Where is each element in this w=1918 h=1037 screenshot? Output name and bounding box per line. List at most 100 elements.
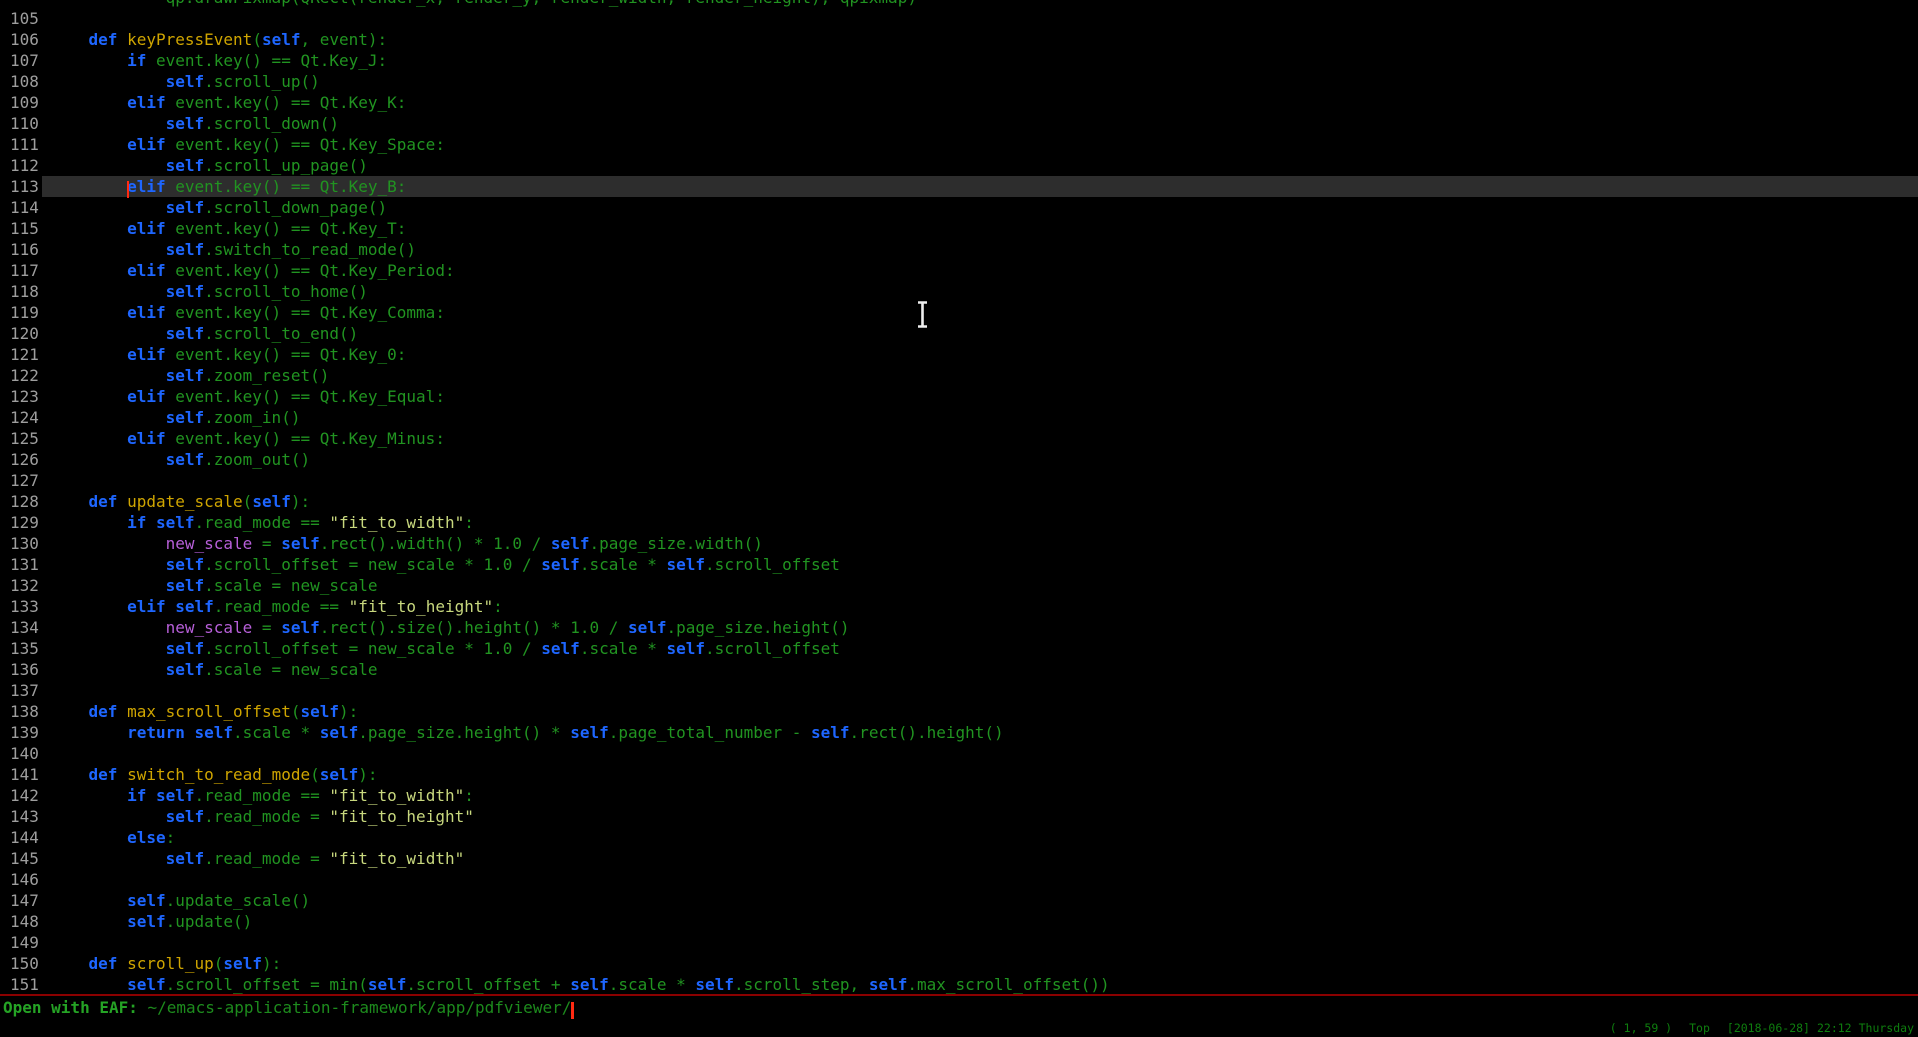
code-line[interactable]: 137 <box>0 680 1918 701</box>
line-number: 124 <box>10 407 39 428</box>
code-line[interactable]: 113 elif event.key() == Qt.Key_B: <box>0 176 1918 197</box>
code-line[interactable]: 141 def switch_to_read_mode(self): <box>0 764 1918 785</box>
code-line[interactable]: 106 def keyPressEvent(self, event): <box>0 29 1918 50</box>
code-text: self.scroll_down() <box>50 113 339 134</box>
tray-date: [2018-06-28] <box>1727 1021 1810 1035</box>
code-text: self.scroll_to_home() <box>50 281 368 302</box>
line-number: 139 <box>10 722 39 743</box>
tray-cursor-position: ( 1, 59 ) <box>1610 1021 1672 1035</box>
code-text: self.read_mode = "fit_to_width" <box>50 848 464 869</box>
code-text: elif event.key() == Qt.Key_Period: <box>50 260 455 281</box>
code-text: self.scale = new_scale <box>50 659 378 680</box>
code-line[interactable]: 117 elif event.key() == Qt.Key_Period: <box>0 260 1918 281</box>
line-number: 107 <box>10 50 39 71</box>
code-line[interactable]: 133 elif self.read_mode == "fit_to_heigh… <box>0 596 1918 617</box>
tray-time: 22:12 <box>1817 1021 1852 1035</box>
code-line-partial[interactable]: qp.drawPixmap(QRect(render_x, render_y, … <box>0 0 1918 8</box>
code-line[interactable]: 128 def update_scale(self): <box>0 491 1918 512</box>
code-text: if self.read_mode == "fit_to_width": <box>50 785 474 806</box>
code-text: if self.read_mode == "fit_to_width": <box>50 512 474 533</box>
code-line[interactable]: 116 self.switch_to_read_mode() <box>0 239 1918 260</box>
code-line[interactable]: 114 self.scroll_down_page() <box>0 197 1918 218</box>
line-number: 127 <box>10 470 39 491</box>
code-line[interactable]: 151 self.scroll_offset = min(self.scroll… <box>0 974 1918 995</box>
code-line[interactable]: 145 self.read_mode = "fit_to_width" <box>0 848 1918 869</box>
code-line[interactable]: 109 elif event.key() == Qt.Key_K: <box>0 92 1918 113</box>
code-line[interactable]: 124 self.zoom_in() <box>0 407 1918 428</box>
code-line[interactable]: 136 self.scale = new_scale <box>0 659 1918 680</box>
line-number: 144 <box>10 827 39 848</box>
line-number: 132 <box>10 575 39 596</box>
code-line[interactable]: 107 if event.key() == Qt.Key_J: <box>0 50 1918 71</box>
line-number: 147 <box>10 890 39 911</box>
code-line[interactable]: 129 if self.read_mode == "fit_to_width": <box>0 512 1918 533</box>
code-line[interactable]: 120 self.scroll_to_end() <box>0 323 1918 344</box>
line-number: 141 <box>10 764 39 785</box>
line-number: 119 <box>10 302 39 323</box>
code-line[interactable]: 112 self.scroll_up_page() <box>0 155 1918 176</box>
line-number: 140 <box>10 743 39 764</box>
code-line[interactable]: 108 self.scroll_up() <box>0 71 1918 92</box>
code-line[interactable]: 123 elif event.key() == Qt.Key_Equal: <box>0 386 1918 407</box>
line-number: 146 <box>10 869 39 890</box>
line-number: 145 <box>10 848 39 869</box>
tray-buffer-state: Top <box>1689 1021 1710 1035</box>
line-number: 128 <box>10 491 39 512</box>
code-line[interactable]: 105 <box>0 8 1918 29</box>
code-text: self.scroll_to_end() <box>50 323 358 344</box>
code-text: qp.drawPixmap(QRect(render_x, render_y, … <box>50 0 917 8</box>
line-number: 118 <box>10 281 39 302</box>
code-line[interactable]: 142 if self.read_mode == "fit_to_width": <box>0 785 1918 806</box>
code-line[interactable]: 126 self.zoom_out() <box>0 449 1918 470</box>
code-line[interactable]: 146 <box>0 869 1918 890</box>
code-line[interactable]: 122 self.zoom_reset() <box>0 365 1918 386</box>
code-text: elif event.key() == Qt.Key_T: <box>50 218 406 239</box>
code-line[interactable]: 121 elif event.key() == Qt.Key_0: <box>0 344 1918 365</box>
code-line[interactable]: 132 self.scale = new_scale <box>0 575 1918 596</box>
code-text: self.switch_to_read_mode() <box>50 239 416 260</box>
code-line[interactable]: 149 <box>0 932 1918 953</box>
code-text: self.scroll_offset = new_scale * 1.0 / s… <box>50 638 840 659</box>
code-line[interactable]: 130 new_scale = self.rect().width() * 1.… <box>0 533 1918 554</box>
code-line[interactable]: 140 <box>0 743 1918 764</box>
code-line[interactable]: 115 elif event.key() == Qt.Key_T: <box>0 218 1918 239</box>
code-text: self.zoom_reset() <box>50 365 329 386</box>
line-number: 148 <box>10 911 39 932</box>
code-text: else: <box>50 827 175 848</box>
code-line[interactable]: 119 elif event.key() == Qt.Key_Comma: <box>0 302 1918 323</box>
minibuffer[interactable]: Open with EAF: ~/emacs-application-frame… <box>3 997 574 1018</box>
code-line[interactable]: 118 self.scroll_to_home() <box>0 281 1918 302</box>
code-line[interactable]: 134 new_scale = self.rect().size().heigh… <box>0 617 1918 638</box>
code-text: return self.scale * self.page_size.heigh… <box>50 722 1004 743</box>
code-line[interactable]: 110 self.scroll_down() <box>0 113 1918 134</box>
line-number: 120 <box>10 323 39 344</box>
line-number: 131 <box>10 554 39 575</box>
line-number: 134 <box>10 617 39 638</box>
line-number: 111 <box>10 134 39 155</box>
code-line[interactable]: 135 self.scroll_offset = new_scale * 1.0… <box>0 638 1918 659</box>
code-line[interactable]: 147 self.update_scale() <box>0 890 1918 911</box>
minibuffer-cursor <box>571 1002 574 1019</box>
code-line[interactable]: 127 <box>0 470 1918 491</box>
code-buffer[interactable]: qp.drawPixmap(QRect(render_x, render_y, … <box>0 0 1918 995</box>
line-number: 113 <box>10 176 39 197</box>
line-number: 150 <box>10 953 39 974</box>
code-line[interactable]: 139 return self.scale * self.page_size.h… <box>0 722 1918 743</box>
code-text: new_scale = self.rect().width() * 1.0 / … <box>50 533 763 554</box>
code-line[interactable]: 144 else: <box>0 827 1918 848</box>
code-line[interactable]: 143 self.read_mode = "fit_to_height" <box>0 806 1918 827</box>
code-text: def update_scale(self): <box>50 491 310 512</box>
line-number: 115 <box>10 218 39 239</box>
code-line[interactable]: 111 elif event.key() == Qt.Key_Space: <box>0 134 1918 155</box>
minibuffer-input[interactable]: ~/emacs-application-framework/app/pdfvie… <box>148 998 572 1017</box>
code-line[interactable]: 138 def max_scroll_offset(self): <box>0 701 1918 722</box>
line-number: 126 <box>10 449 39 470</box>
status-tray: ( 1, 59 )Top[2018-06-28]22:12Thursday <box>1610 1021 1914 1035</box>
code-text: self.scroll_offset = min(self.scroll_off… <box>50 974 1110 995</box>
code-line[interactable]: 150 def scroll_up(self): <box>0 953 1918 974</box>
code-line[interactable]: 148 self.update() <box>0 911 1918 932</box>
code-text: new_scale = self.rect().size().height() … <box>50 617 850 638</box>
code-line[interactable]: 125 elif event.key() == Qt.Key_Minus: <box>0 428 1918 449</box>
code-line[interactable]: 131 self.scroll_offset = new_scale * 1.0… <box>0 554 1918 575</box>
line-number: 125 <box>10 428 39 449</box>
